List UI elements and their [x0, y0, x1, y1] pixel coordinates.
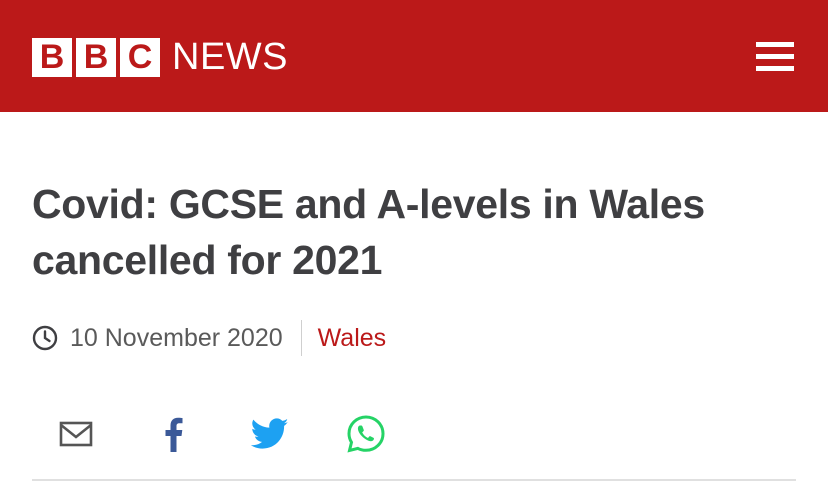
site-header: B B C NEWS: [0, 0, 828, 112]
meta-divider: [300, 320, 302, 356]
hamburger-menu-icon[interactable]: [752, 38, 798, 76]
bbc-logo-letter-c: C: [120, 38, 160, 77]
share-divider-line: [32, 479, 796, 481]
email-icon: [59, 421, 93, 447]
news-wordmark: NEWS: [172, 36, 288, 78]
share-bar: [0, 408, 828, 481]
article-meta: 10 November 2020 Wales: [32, 320, 386, 356]
facebook-share-button[interactable]: [151, 412, 195, 456]
bbc-news-logo[interactable]: B B C NEWS: [32, 38, 288, 77]
clock-icon: [32, 325, 58, 351]
section-link-wales[interactable]: Wales: [318, 324, 387, 353]
facebook-icon: [165, 417, 183, 452]
article-headline: Covid: GCSE and A-levels in Wales cancel…: [32, 181, 705, 283]
article-date: 10 November 2020: [70, 323, 283, 352]
twitter-icon: [251, 418, 289, 449]
email-share-button[interactable]: [54, 412, 98, 456]
bbc-logo-letter-b2: B: [76, 38, 116, 77]
whatsapp-icon: [347, 415, 385, 453]
bbc-logo-letter-b1: B: [32, 38, 72, 77]
whatsapp-share-button[interactable]: [344, 412, 388, 456]
twitter-share-button[interactable]: [248, 412, 292, 456]
